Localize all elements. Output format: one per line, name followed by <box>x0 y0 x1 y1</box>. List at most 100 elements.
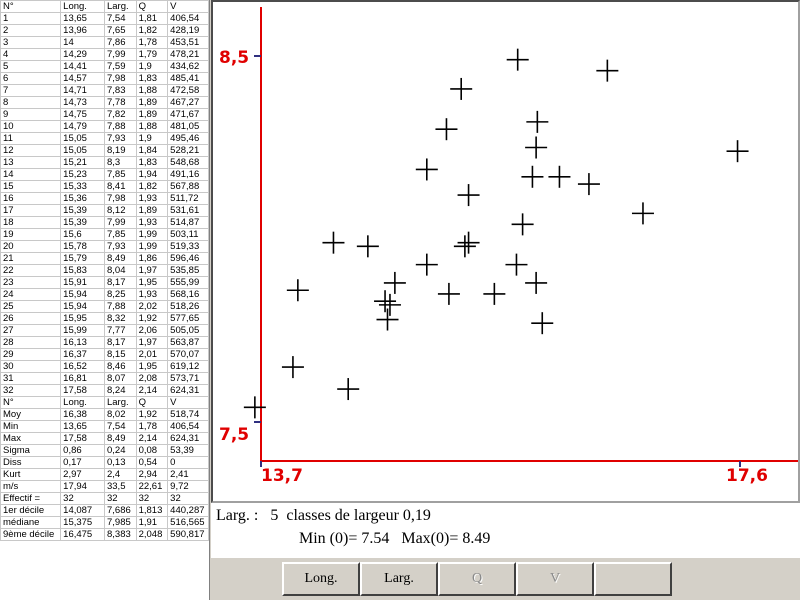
grid-cell[interactable]: 2,01 <box>135 348 169 361</box>
grid-cell[interactable]: 1,92 <box>135 312 169 325</box>
grid-cell[interactable]: 7,77 <box>103 324 137 337</box>
grid-cell[interactable]: 6 <box>0 72 62 85</box>
table-row[interactable]: 21 15,79 8,49 1,86 596,46 <box>0 252 209 265</box>
table-row[interactable]: 6 14,57 7,98 1,83 485,41 <box>0 72 209 85</box>
table-row[interactable]: 5 14,41 7,59 1,9 434,62 <box>0 60 209 73</box>
grid-cell[interactable]: 528,21 <box>167 144 209 157</box>
grid-cell[interactable]: 1 <box>0 12 62 25</box>
grid-cell[interactable]: 16,52 <box>60 360 105 373</box>
grid-cell[interactable]: 16,81 <box>60 372 105 385</box>
grid-cell[interactable]: 15,79 <box>60 252 105 265</box>
grid-cell[interactable]: 32 <box>103 492 137 505</box>
grid-cell[interactable]: 5 <box>0 60 62 73</box>
grid-cell[interactable]: 16,38 <box>60 408 105 421</box>
grid-cell[interactable]: 2,94 <box>135 468 169 481</box>
grid-cell[interactable]: Effectif = <box>0 492 62 505</box>
table-row[interactable]: 26 15,95 8,32 1,92 577,65 <box>0 312 209 325</box>
grid-cell[interactable]: 22,61 <box>135 480 169 493</box>
grid-cell[interactable]: 1,97 <box>135 264 169 277</box>
stats-header-row[interactable]: N° Long. Larg. Q V <box>0 396 209 409</box>
grid-cell[interactable]: 1,93 <box>135 216 169 229</box>
grid-cell[interactable]: 18 <box>0 216 62 229</box>
grid-cell[interactable]: 0,86 <box>60 444 105 457</box>
grid-cell[interactable]: 17,58 <box>60 384 105 397</box>
grid-cell[interactable]: 7,59 <box>103 60 137 73</box>
grid-cell[interactable]: 570,07 <box>167 348 209 361</box>
grid-cell[interactable]: 428,19 <box>167 24 209 37</box>
grid-cell[interactable]: 8,02 <box>103 408 137 421</box>
grid-cell[interactable]: 0,17 <box>60 456 105 469</box>
grid-cell[interactable]: 1,83 <box>135 156 169 169</box>
grid-cell[interactable]: 19 <box>0 228 62 241</box>
grid-cell[interactable]: 1,9 <box>135 132 169 145</box>
grid-cell[interactable]: 1,9 <box>135 60 169 73</box>
grid-cell[interactable]: 8,46 <box>103 360 137 373</box>
blank-button[interactable] <box>594 562 672 596</box>
grid-cell[interactable]: 11 <box>0 132 62 145</box>
grid-cell[interactable]: 23 <box>0 276 62 289</box>
table-row[interactable]: 9 14,75 7,82 1,89 471,67 <box>0 108 209 121</box>
grid-cell[interactable]: 8,19 <box>103 144 137 157</box>
grid-cell[interactable]: 7 <box>0 84 62 97</box>
grid-cell[interactable]: 2,048 <box>135 528 169 541</box>
grid-cell[interactable]: 28 <box>0 336 62 349</box>
grid-cell[interactable]: 15,33 <box>60 180 105 193</box>
stats-row[interactable]: 1er décile 14,087 7,686 1,813 440,287 <box>0 504 209 517</box>
grid-cell[interactable]: 12 <box>0 144 62 157</box>
grid-cell[interactable]: Long. <box>60 0 105 13</box>
table-row[interactable]: 30 16,52 8,46 1,95 619,12 <box>0 360 209 373</box>
grid-cell[interactable]: 7,54 <box>103 420 137 433</box>
grid-cell[interactable]: 406,54 <box>167 12 209 25</box>
q-button[interactable]: Q <box>438 562 516 596</box>
table-row[interactable]: 25 15,94 7,88 2,02 518,26 <box>0 300 209 313</box>
grid-cell[interactable]: 14,71 <box>60 84 105 97</box>
grid-cell[interactable]: 15,95 <box>60 312 105 325</box>
grid-cell[interactable]: Diss <box>0 456 62 469</box>
grid-cell[interactable]: Larg. <box>103 0 137 13</box>
table-row[interactable]: 24 15,94 8,25 1,93 568,16 <box>0 288 209 301</box>
grid-cell[interactable]: 0,08 <box>135 444 169 457</box>
grid-cell[interactable]: 9,72 <box>167 480 209 493</box>
grid-cell[interactable]: 568,16 <box>167 288 209 301</box>
grid-cell[interactable]: 15,36 <box>60 192 105 205</box>
grid-cell[interactable]: 1,89 <box>135 204 169 217</box>
grid-cell[interactable]: 518,74 <box>167 408 209 421</box>
stats-row[interactable]: Min 13,65 7,54 1,78 406,54 <box>0 420 209 433</box>
table-row[interactable]: 7 14,71 7,83 1,88 472,58 <box>0 84 209 97</box>
grid-cell[interactable]: 13,65 <box>60 12 105 25</box>
grid-cell[interactable]: 8,15 <box>103 348 137 361</box>
grid-cell[interactable]: 15,83 <box>60 264 105 277</box>
grid-cell[interactable]: 15,78 <box>60 240 105 253</box>
grid-cell[interactable]: 1,89 <box>135 108 169 121</box>
table-row[interactable]: 18 15,39 7,99 1,93 514,87 <box>0 216 209 229</box>
grid-cell[interactable]: 17 <box>0 204 62 217</box>
grid-cell[interactable]: 13,65 <box>60 420 105 433</box>
table-row[interactable]: 4 14,29 7,99 1,79 478,21 <box>0 48 209 61</box>
grid-cell[interactable]: 8,49 <box>103 432 137 445</box>
grid-cell[interactable]: 15,39 <box>60 204 105 217</box>
grid-cell[interactable]: 0,13 <box>103 456 137 469</box>
grid-cell[interactable]: 14,087 <box>60 504 105 517</box>
grid-cell[interactable]: 53,39 <box>167 444 209 457</box>
grid-cell[interactable]: 434,62 <box>167 60 209 73</box>
grid-cell[interactable]: 15,99 <box>60 324 105 337</box>
grid-cell[interactable]: 7,82 <box>103 108 137 121</box>
grid-cell[interactable]: Min <box>0 420 62 433</box>
grid-cell[interactable]: 2,02 <box>135 300 169 313</box>
grid-cell[interactable]: 2,08 <box>135 372 169 385</box>
grid-cell[interactable]: 4 <box>0 48 62 61</box>
table-row[interactable]: 3 14 7,86 1,78 453,51 <box>0 36 209 49</box>
grid-cell[interactable]: médiane <box>0 516 62 529</box>
grid-cell[interactable]: 577,65 <box>167 312 209 325</box>
grid-cell[interactable]: 619,12 <box>167 360 209 373</box>
grid-cell[interactable]: 13 <box>0 156 62 169</box>
grid-cell[interactable]: 20 <box>0 240 62 253</box>
grid-cell[interactable]: 0,54 <box>135 456 169 469</box>
grid-cell[interactable]: 14 <box>0 168 62 181</box>
table-row[interactable]: 10 14,79 7,88 1,88 481,05 <box>0 120 209 133</box>
grid-cell[interactable]: 0,24 <box>103 444 137 457</box>
grid-cell[interactable]: 14,29 <box>60 48 105 61</box>
grid-cell[interactable]: 1,86 <box>135 252 169 265</box>
grid-cell[interactable]: 8,07 <box>103 372 137 385</box>
table-row[interactable]: 16 15,36 7,98 1,93 511,72 <box>0 192 209 205</box>
